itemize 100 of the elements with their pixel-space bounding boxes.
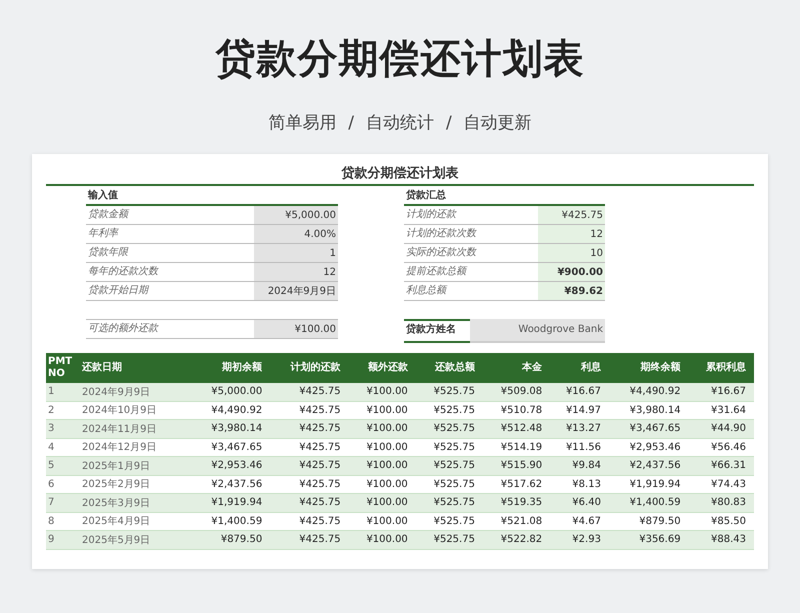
table-cell: ¥879.50 [190,530,270,549]
table-cell: ¥425.75 [270,438,349,456]
table-cell: ¥3,980.14 [608,401,689,420]
table-cell: ¥11.56 [550,438,609,456]
table-cell: 2024年9月9日 [80,383,191,401]
table-cell: ¥100.00 [348,530,416,549]
table-cell: 2025年2月9日 [80,475,191,494]
table-cell: ¥31.64 [688,401,754,420]
table-cell: ¥9.84 [550,456,609,475]
table-cell: 2025年4月9日 [80,512,191,530]
column-header: 本金 [482,353,550,383]
feature-tag: 简单易用 [268,112,336,134]
column-header: 还款日期 [80,353,191,383]
field-label: 实际的还款次数 [405,246,478,260]
table-cell: ¥3,980.14 [190,420,270,438]
table-cell: ¥525.75 [416,512,483,530]
column-header: 累积利息 [688,353,754,383]
table-cell: ¥425.75 [270,475,349,494]
table-cell: ¥879.50 [608,512,689,530]
table-cell: ¥56.46 [688,438,754,456]
separator-slash: / [348,112,354,134]
field-label: 可选的额外还款 [87,322,160,336]
table-cell: ¥425.75 [270,512,349,530]
table-cell: ¥100.00 [348,494,416,512]
table-cell: ¥2,953.46 [190,456,270,475]
field-label: 计划的还款次数 [405,226,478,241]
page-title: 贷款分期偿还计划表 [216,35,584,84]
table-cell: ¥425.75 [270,401,349,420]
table-cell: 2024年12月9日 [80,438,191,456]
table-cell: ¥509.08 [482,383,550,401]
table-cell: ¥1,400.59 [190,512,270,530]
table-cell: ¥100.00 [348,438,416,456]
table-cell: ¥44.90 [688,420,754,438]
field-label: 利息总额 [405,284,448,298]
table-cell: ¥2,437.56 [608,456,689,475]
table-cell: 8 [46,512,80,530]
table-cell: ¥525.75 [416,383,483,401]
field-label: 计划的还款 [405,208,458,222]
input-value[interactable]: 1 [254,244,338,262]
table-cell: 2024年11月9日 [80,420,191,438]
table-cell: ¥425.75 [270,530,349,549]
summary-value: ¥425.75 [538,206,605,224]
summary-value: 10 [538,244,605,262]
table-cell: ¥525.75 [416,530,483,549]
input-value[interactable]: 4.00% [254,225,338,243]
table-cell: ¥6.40 [550,494,609,512]
field-label: 贷款金额 [87,208,130,222]
table-cell: 2025年1月9日 [80,456,191,475]
field-label: 提前还款总额 [405,264,468,279]
table-cell: ¥356.69 [608,530,689,549]
table-cell: ¥512.48 [482,420,550,438]
table-cell: ¥4,490.92 [608,383,689,401]
sheet-title: 贷款分期偿还计划表 [46,164,754,186]
feature-tag: 自动更新 [464,112,532,134]
table-cell: ¥1,400.59 [608,494,689,512]
table-cell: ¥1,919.94 [190,494,270,512]
input-value[interactable]: ¥100.00 [254,320,338,338]
table-cell: ¥4.67 [550,512,609,530]
table-cell: ¥2.93 [550,530,609,549]
table-cell: ¥2,953.46 [608,438,689,456]
table-cell: ¥100.00 [348,401,416,420]
field-label: 贷款年限 [87,246,130,260]
table-cell: ¥1,919.94 [608,475,689,494]
table-cell: ¥522.82 [482,530,550,549]
table-cell: ¥4,490.92 [190,401,270,420]
table-cell: ¥525.75 [416,456,483,475]
table-cell: ¥515.90 [482,456,550,475]
table-cell: ¥425.75 [270,383,349,401]
column-header: 期终余额 [608,353,689,383]
table-cell: 2025年3月9日 [80,494,191,512]
column-header: 利息 [550,353,609,383]
input-value[interactable]: 12 [254,263,338,281]
table-cell: ¥521.08 [482,512,550,530]
table-cell: ¥74.43 [688,475,754,494]
table-cell: ¥14.97 [550,401,609,420]
feature-tag: 自动统计 [366,112,434,134]
table-cell: ¥100.00 [348,512,416,530]
table-cell: ¥2,437.56 [190,475,270,494]
table-cell: ¥525.75 [416,438,483,456]
table-cell: ¥519.35 [482,494,550,512]
table-cell: ¥425.75 [270,494,349,512]
input-value[interactable]: ¥5,000.00 [254,206,338,224]
table-cell: 2024年10月9日 [80,401,191,420]
table-cell: ¥8.13 [550,475,609,494]
column-header: 额外还款 [348,353,416,383]
table-cell: 4 [46,438,80,456]
table-cell: ¥100.00 [348,383,416,401]
table-cell: ¥100.00 [348,420,416,438]
table-cell: 9 [46,530,80,549]
table-cell: ¥510.78 [482,401,550,420]
field-label: 年利率 [87,226,120,241]
table-cell: 3 [46,420,80,438]
input-value[interactable]: 2024年9月9日 [254,282,338,300]
table-cell: ¥100.00 [348,475,416,494]
input-value[interactable]: Woodgrove Bank [470,319,605,343]
table-cell: ¥16.67 [550,383,609,401]
column-header: 计划的还款 [270,353,349,383]
table-cell: ¥525.75 [416,401,483,420]
table-cell: ¥525.75 [416,420,483,438]
table-cell: ¥3,467.65 [608,420,689,438]
